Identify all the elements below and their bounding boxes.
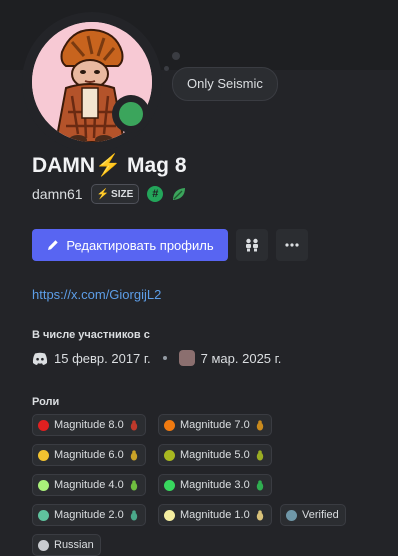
role-creature-icon [130, 449, 137, 460]
server-icon [178, 350, 195, 366]
discord-join-date: 15 февр. 2017 г. [54, 350, 151, 366]
roles-title: Роли [32, 396, 60, 408]
role-label: Magnitude 7.0 [180, 419, 250, 431]
username-row: damn61 ⚡ SIZE # [32, 184, 187, 204]
edit-profile-label: Редактировать профиль [66, 237, 214, 253]
hash-badge-icon[interactable]: # [147, 186, 164, 202]
tag-emoji: ⚡ [96, 188, 110, 200]
online-status-icon [119, 102, 143, 126]
role-creature-icon [130, 419, 137, 430]
more-dots-icon [285, 243, 299, 247]
role-color-dot [164, 449, 175, 461]
role-label: Magnitude 1.0 [180, 509, 250, 521]
role-label: Magnitude 6.0 [54, 449, 124, 461]
thought-bubble-dot [164, 66, 169, 71]
server-join-date: 7 мар. 2025 г. [200, 350, 282, 366]
role-label: Magnitude 3.0 [180, 479, 250, 491]
separator-dot [162, 356, 167, 360]
role-pill[interactable]: Russian [32, 534, 101, 556]
role-pill[interactable]: Magnitude 8.0 [32, 414, 146, 436]
role-color-dot [38, 419, 49, 431]
role-creature-icon [256, 449, 263, 460]
server-tag-badge[interactable]: ⚡ SIZE [90, 184, 140, 204]
more-options-button[interactable] [276, 229, 308, 261]
role-pill[interactable]: Magnitude 5.0 [158, 444, 272, 466]
role-creature-icon [256, 479, 263, 490]
role-creature-icon [256, 509, 263, 520]
role-label: Magnitude 2.0 [54, 509, 124, 521]
role-color-dot [38, 509, 49, 521]
display-name: DAMN⚡ Mag 8 [32, 154, 187, 178]
profile-link[interactable]: https://x.com/GiorgijL2 [32, 287, 161, 302]
role-pill[interactable]: Magnitude 3.0 [158, 474, 272, 496]
role-color-dot [164, 419, 175, 431]
role-label: Verified [302, 509, 339, 521]
thought-bubble-dot [172, 52, 180, 60]
role-creature-icon [130, 509, 137, 520]
edit-profile-button[interactable]: Редактировать профиль [32, 229, 228, 261]
role-color-dot [164, 509, 175, 521]
member-since-row: 15 февр. 2017 г. 7 мар. 2025 г. [32, 350, 281, 366]
role-creature-icon [130, 479, 137, 490]
role-color-dot [164, 479, 175, 491]
discord-logo-icon [32, 352, 48, 365]
pencil-icon [48, 240, 59, 250]
member-since-title: В числе участников с [32, 329, 150, 341]
role-color-dot [38, 479, 49, 491]
custom-status-text: Only Seismic [187, 76, 263, 91]
display-name-text: DAMN [32, 154, 95, 177]
role-pill[interactable]: Magnitude 4.0 [32, 474, 146, 496]
role-pill[interactable]: Magnitude 7.0 [158, 414, 272, 436]
role-creature-icon [256, 419, 263, 430]
role-label: Magnitude 4.0 [54, 479, 124, 491]
role-label: Magnitude 8.0 [54, 419, 124, 431]
role-pill[interactable]: Magnitude 6.0 [32, 444, 146, 466]
lightning-emoji: ⚡ [95, 154, 122, 177]
display-name-suffix: Mag 8 [127, 154, 187, 177]
role-pill[interactable]: Magnitude 2.0 [32, 504, 146, 526]
role-label: Magnitude 5.0 [180, 449, 250, 461]
role-pill[interactable]: Verified [280, 504, 346, 526]
people-icon [246, 238, 258, 252]
role-label: Russian [54, 539, 94, 551]
tag-label: SIZE [111, 188, 134, 200]
leaf-badge-icon[interactable] [171, 186, 187, 202]
role-color-dot [286, 509, 297, 521]
friends-button[interactable] [236, 229, 268, 261]
role-pill[interactable]: Magnitude 1.0 [158, 504, 272, 526]
username[interactable]: damn61 [32, 186, 83, 202]
custom-status-bubble[interactable]: Only Seismic [172, 67, 278, 101]
role-color-dot [38, 449, 49, 461]
role-color-dot [38, 539, 49, 551]
